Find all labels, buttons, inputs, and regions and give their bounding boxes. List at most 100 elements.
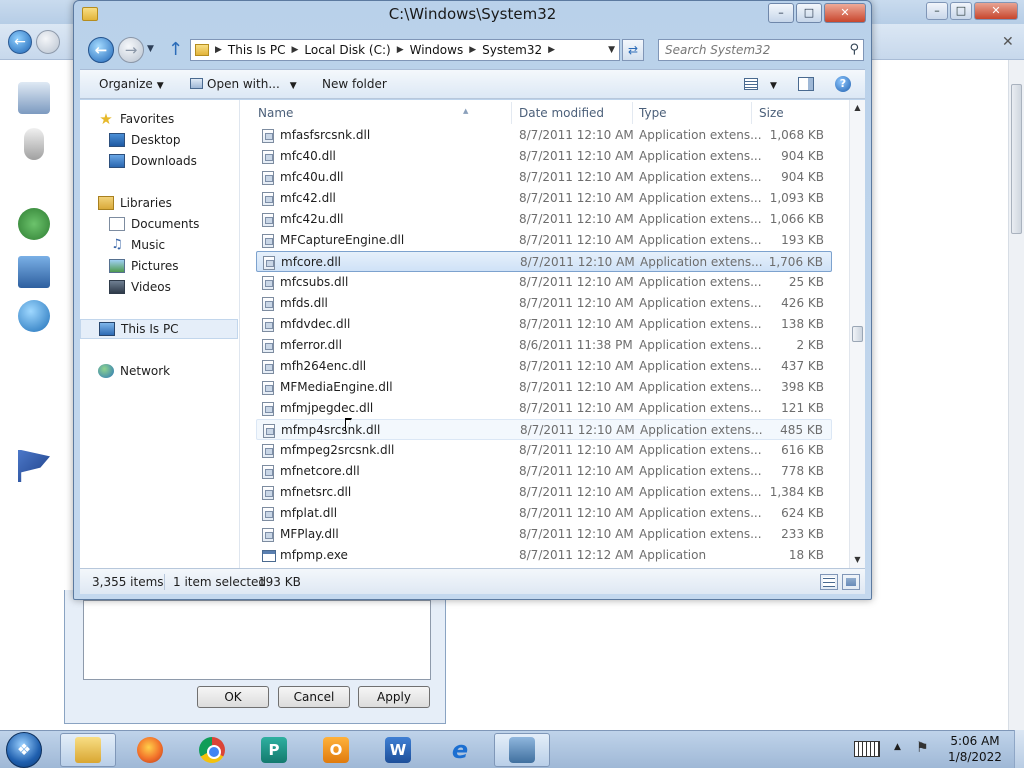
- file-row-selected[interactable]: mfcore.dll 8/7/2011 12:10 AM Application e…: [256, 251, 832, 272]
- nav-favorites[interactable]: ★ Favorites: [80, 109, 238, 129]
- breadcrumb-windows[interactable]: Windows: [410, 43, 464, 57]
- start-button[interactable]: ❖: [6, 732, 42, 768]
- file-row[interactable]: mfcsubs.dll 8/7/2011 12:10 AM Application …: [256, 272, 832, 293]
- large-icons-view-icon[interactable]: [842, 574, 860, 590]
- file-row[interactable]: mfdvdec.dll 8/7/2011 12:10 AM Application …: [256, 314, 832, 335]
- nav-documents[interactable]: Documents: [80, 214, 238, 234]
- file-row[interactable]: mferror.dll 8/6/2011 11:38 PM Application …: [256, 335, 832, 356]
- scrollbar-thumb[interactable]: [852, 326, 863, 342]
- nav-videos[interactable]: Videos: [80, 277, 238, 297]
- file-row[interactable]: mfnetcore.dll 8/7/2011 12:10 AM Applicatio…: [256, 461, 832, 482]
- file-row[interactable]: mfc42u.dll 8/7/2011 12:10 AM Application e…: [256, 209, 832, 230]
- nav-music[interactable]: ♫ Music: [80, 235, 238, 255]
- forward-button[interactable]: →: [118, 37, 144, 63]
- file-row[interactable]: mfnetsrc.dll 8/7/2011 12:10 AM Application…: [256, 482, 832, 503]
- chevron-right-icon[interactable]: ▶: [548, 45, 555, 55]
- file-row[interactable]: mfplat.dll 8/7/2011 12:10 AM Application e…: [256, 503, 832, 524]
- file-row[interactable]: mfc40u.dll 8/7/2011 12:10 AM Application e…: [256, 167, 832, 188]
- bg-maximize-button[interactable]: □: [950, 2, 972, 20]
- file-row[interactable]: MFMediaEngine.dll 8/7/2011 12:10 AM Applic…: [256, 377, 832, 398]
- file-row[interactable]: mfc40.dll 8/7/2011 12:10 AM Application ex…: [256, 146, 832, 167]
- file-row[interactable]: mfh264enc.dll 8/7/2011 12:10 AM Applicatio…: [256, 356, 832, 377]
- file-row[interactable]: MFPlay.dll 8/7/2011 12:10 AM Application e…: [256, 524, 832, 545]
- microphone-icon[interactable]: [24, 128, 44, 160]
- nav-desktop[interactable]: Desktop: [80, 130, 238, 150]
- bg-scrollbar-thumb[interactable]: [1011, 84, 1022, 234]
- internet-options-icon[interactable]: [18, 300, 50, 332]
- minimize-button[interactable]: –: [768, 3, 794, 23]
- recent-locations-dropdown[interactable]: ▼: [147, 44, 154, 54]
- close-button[interactable]: ✕: [824, 3, 866, 23]
- remote-app-icon[interactable]: [18, 256, 50, 288]
- column-header-size[interactable]: Size: [759, 102, 829, 124]
- file-row[interactable]: mfpmp.exe 8/7/2011 12:12 AM Application 18 …: [256, 545, 832, 566]
- file-row[interactable]: mfmpeg2srcsnk.dll 8/7/2011 12:10 AM Applic…: [256, 440, 832, 461]
- ok-button[interactable]: OK: [197, 686, 269, 708]
- taskbar-control-panel[interactable]: [494, 733, 550, 767]
- sync-center-icon[interactable]: [18, 208, 50, 240]
- bg-forward-button[interactable]: [36, 30, 60, 54]
- address-dropdown-icon[interactable]: ▼: [608, 45, 615, 55]
- file-list-scrollbar[interactable]: ▲ ▼: [849, 100, 865, 568]
- chevron-right-icon[interactable]: ▶: [215, 45, 222, 55]
- cancel-button[interactable]: Cancel: [278, 686, 350, 708]
- column-header-type[interactable]: Type: [639, 102, 749, 124]
- nav-network[interactable]: Network: [80, 361, 238, 381]
- file-row[interactable]: mfc42.dll 8/7/2011 12:10 AM Application ex…: [256, 188, 832, 209]
- scroll-up-arrow-icon[interactable]: ▲: [850, 100, 865, 116]
- search-icon[interactable]: ⚲: [849, 42, 859, 57]
- breadcrumb-local-disk[interactable]: Local Disk (C:): [304, 43, 390, 57]
- nav-pictures[interactable]: Pictures: [80, 256, 238, 276]
- column-divider[interactable]: [511, 102, 512, 124]
- help-icon[interactable]: ?: [835, 76, 851, 92]
- apply-button[interactable]: Apply: [358, 686, 430, 708]
- refresh-button[interactable]: ⇄: [622, 39, 644, 61]
- change-view-icon[interactable]: [744, 78, 758, 90]
- chevron-right-icon[interactable]: ▶: [397, 45, 404, 55]
- chevron-right-icon[interactable]: ▶: [291, 45, 298, 55]
- taskbar-windows-explorer[interactable]: [60, 733, 116, 767]
- bg-scrollbar[interactable]: [1008, 60, 1024, 730]
- breadcrumb-this-pc[interactable]: This Is PC: [228, 43, 286, 57]
- back-button[interactable]: ←: [88, 37, 114, 63]
- chevron-right-icon[interactable]: ▶: [469, 45, 476, 55]
- action-center-flag-icon[interactable]: [18, 450, 50, 482]
- file-row[interactable]: mfmjpegdec.dll 8/7/2011 12:10 AM Applicati…: [256, 398, 832, 419]
- open-with-menu[interactable]: Open with... ▼: [190, 77, 297, 91]
- bg-close-button[interactable]: ✕: [974, 2, 1018, 20]
- scroll-down-arrow-icon[interactable]: ▼: [850, 552, 865, 568]
- taskbar-chrome[interactable]: [184, 733, 240, 767]
- taskbar-word[interactable]: W: [370, 733, 426, 767]
- show-desktop-button[interactable]: [1014, 730, 1024, 768]
- maximize-button[interactable]: □: [796, 3, 822, 23]
- keyboard-icon[interactable]: [854, 741, 880, 757]
- nav-this-pc[interactable]: This Is PC: [80, 319, 238, 339]
- column-header-date[interactable]: Date modified: [519, 102, 634, 124]
- action-center-icon[interactable]: ⚑: [916, 740, 932, 758]
- file-row[interactable]: mfasfsrcsnk.dll 8/7/2011 12:10 AM Applicat…: [256, 125, 832, 146]
- file-row[interactable]: MFCaptureEngine.dll 8/7/2011 12:10 AM Appl…: [256, 230, 832, 251]
- up-arrow-icon[interactable]: ↑: [168, 39, 183, 60]
- view-options-dropdown[interactable]: ▼: [766, 77, 777, 91]
- system-clock[interactable]: 5:06 AM 1/8/2022: [940, 733, 1010, 765]
- breadcrumb-system32[interactable]: System32: [482, 43, 542, 57]
- show-hidden-icons-icon[interactable]: ▲: [894, 742, 901, 752]
- organize-menu[interactable]: Organize ▼: [99, 77, 164, 91]
- file-row-hovered[interactable]: mfmp4srcsnk.dll 8/7/2011 12:10 AM Applicat…: [256, 419, 832, 440]
- bg-minimize-button[interactable]: –: [926, 2, 948, 20]
- nav-libraries[interactable]: Libraries: [80, 193, 238, 213]
- taskbar-firefox[interactable]: [122, 733, 178, 767]
- taskbar-publisher[interactable]: P: [246, 733, 302, 767]
- column-divider[interactable]: [751, 102, 752, 124]
- nav-downloads[interactable]: Downloads: [80, 151, 238, 171]
- address-bar[interactable]: ▶ This Is PC ▶ Local Disk (C:) ▶ Windows…: [190, 39, 620, 61]
- column-divider[interactable]: [632, 102, 633, 124]
- column-header-name[interactable]: ▲ Name: [258, 102, 508, 124]
- preview-pane-icon[interactable]: [798, 77, 814, 91]
- details-view-icon[interactable]: [820, 574, 838, 590]
- taskbar-internet-explorer[interactable]: e: [432, 733, 488, 767]
- taskbar-outlook[interactable]: O: [308, 733, 364, 767]
- speech-recognition-icon[interactable]: [18, 82, 50, 114]
- file-row[interactable]: mfds.dll 8/7/2011 12:10 AM Application ext…: [256, 293, 832, 314]
- new-folder-button[interactable]: New folder: [322, 77, 387, 91]
